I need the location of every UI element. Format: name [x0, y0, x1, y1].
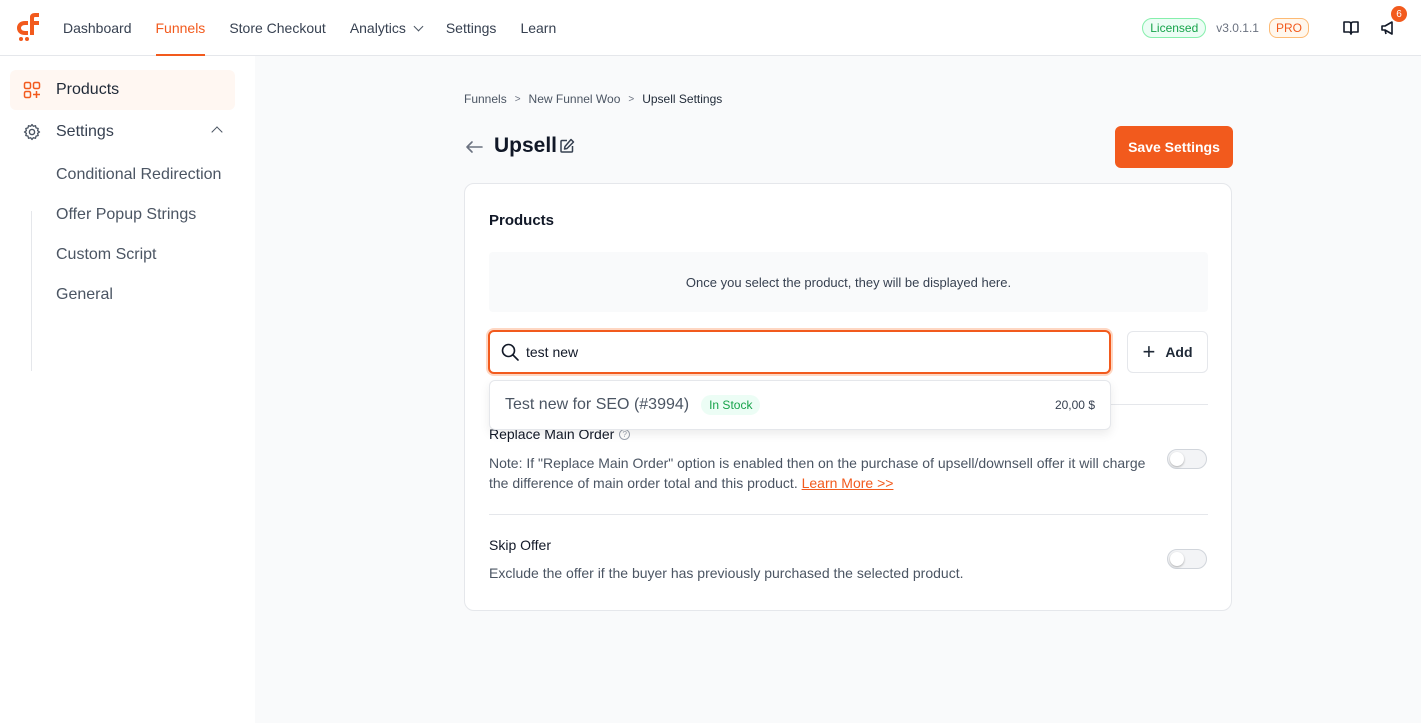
nav-store-checkout[interactable]: Store Checkout	[229, 0, 326, 56]
skip-offer-label: Skip Offer	[489, 537, 551, 553]
skip-offer-desc: Exclude the offer if the buyer has previ…	[489, 565, 964, 581]
docs-button[interactable]	[1339, 16, 1363, 40]
result-product-name[interactable]: Test new for SEO (#3994)	[505, 396, 689, 414]
empty-products-placeholder: Once you select the product, they will b…	[489, 252, 1208, 312]
learn-more-link[interactable]: Learn More >>	[802, 475, 894, 491]
skip-offer-title: Skip Offer	[489, 537, 551, 553]
notification-count-badge: 6	[1391, 6, 1407, 22]
nav-analytics[interactable]: Analytics	[349, 0, 424, 56]
nav-analytics-label: Analytics	[349, 20, 406, 36]
nav-funnels-label: Funnels	[155, 20, 206, 36]
nav-store-checkout-label: Store Checkout	[229, 20, 326, 36]
sidebar-sub-general[interactable]: General	[56, 286, 113, 304]
nav-dashboard-label: Dashboard	[63, 20, 132, 36]
sidebar-item-products-label: Products	[56, 81, 120, 98]
nav-funnels[interactable]: Funnels	[155, 0, 206, 56]
nav-learn-label: Learn	[520, 20, 557, 36]
nav-dashboard[interactable]: Dashboard	[63, 0, 132, 56]
products-card-title: Products	[489, 212, 555, 229]
book-icon	[1343, 21, 1359, 35]
skip-offer-toggle[interactable]	[1167, 549, 1207, 569]
sidebar-item-settings-label: Settings	[56, 123, 114, 140]
breadcrumb-separator: >	[514, 93, 521, 105]
stock-status-badge: In Stock	[701, 395, 761, 415]
nav-settings[interactable]: Settings	[446, 0, 497, 56]
grid-icon	[21, 79, 43, 101]
sidebar-sub-conditional-redirection[interactable]: Conditional Redirection	[56, 166, 221, 184]
breadcrumb-funnel[interactable]: New Funnel Woo	[529, 92, 621, 106]
version-text: v3.0.1.1	[1216, 21, 1259, 35]
sidebar-item-settings[interactable]: Settings	[10, 112, 235, 152]
pro-badge: PRO	[1268, 18, 1309, 38]
sidebar-item-products[interactable]: Products	[10, 70, 235, 110]
divider	[489, 514, 1208, 515]
save-settings-button[interactable]: Save Settings	[1115, 126, 1233, 168]
help-icon[interactable]: ?	[619, 428, 631, 440]
chevron-up-icon[interactable]	[211, 126, 223, 138]
submenu-line	[31, 211, 32, 371]
result-product-price: 20,00 $	[1054, 398, 1095, 412]
chevron-down-icon	[413, 21, 424, 31]
product-search-input[interactable]	[526, 344, 1086, 360]
licensed-badge: Licensed	[1142, 18, 1207, 38]
search-icon	[501, 343, 519, 361]
replace-main-order-desc: Note: If "Replace Main Order" option is …	[489, 453, 1164, 493]
breadcrumb: Funnels > New Funnel Woo > Upsell Settin…	[464, 92, 722, 106]
breadcrumb-separator: >	[628, 93, 635, 105]
top-navbar: Dashboard Funnels Store Checkout Analyti…	[0, 0, 1421, 56]
back-arrow-icon[interactable]	[464, 137, 484, 157]
page-title: Upsell	[494, 134, 558, 157]
replace-main-order-toggle[interactable]	[1167, 449, 1207, 469]
product-search-field[interactable]	[488, 330, 1111, 374]
sidebar-sub-custom-script[interactable]: Custom Script	[56, 246, 156, 264]
sidebar: Products Settings Conditional Redirectio…	[0, 56, 255, 723]
main-nav: Dashboard Funnels Store Checkout Analyti…	[63, 0, 580, 56]
plus-icon: +	[1142, 339, 1156, 364]
sidebar-sub-offer-popup-strings[interactable]: Offer Popup Strings	[56, 206, 196, 224]
add-product-button[interactable]: + Add	[1127, 331, 1208, 373]
nav-learn[interactable]: Learn	[520, 0, 556, 56]
gear-icon	[21, 121, 43, 143]
megaphone-icon	[1381, 21, 1393, 35]
add-product-label: Add	[1165, 344, 1193, 360]
edit-icon[interactable]	[559, 138, 575, 154]
breadcrumb-funnels[interactable]: Funnels	[464, 92, 507, 106]
topbar-right: Licensed v3.0.1.1 PRO 6	[1142, 0, 1407, 56]
product-search-results: Test new for SEO (#3994) In Stock 20,00 …	[489, 380, 1111, 430]
empty-products-text: Once you select the product, they will b…	[685, 274, 1012, 290]
logo-icon[interactable]	[14, 12, 42, 42]
notifications-button[interactable]: 6	[1377, 6, 1407, 40]
nav-settings-label: Settings	[445, 20, 497, 36]
breadcrumb-current: Upsell Settings	[642, 92, 723, 106]
